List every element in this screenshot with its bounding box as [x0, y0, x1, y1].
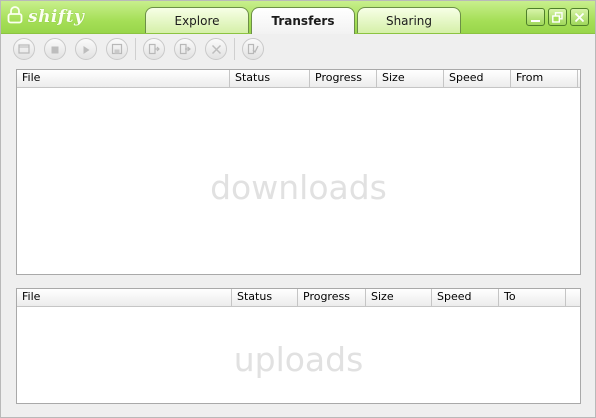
column-header-to[interactable]: To	[499, 289, 566, 306]
move-in-button[interactable]	[174, 38, 196, 60]
restore-icon	[552, 8, 563, 27]
column-header-file[interactable]: File	[17, 289, 232, 306]
column-header-file[interactable]: File	[17, 70, 230, 87]
column-header-status[interactable]: Status	[230, 70, 310, 87]
logo-text: shifty	[28, 7, 85, 27]
toolbar-separator	[234, 38, 235, 60]
tab-explore[interactable]: Explore	[145, 7, 249, 33]
save-icon	[111, 40, 123, 59]
column-header-from[interactable]: From	[511, 70, 578, 87]
column-header-status[interactable]: Status	[232, 289, 298, 306]
cancel-button[interactable]	[205, 38, 227, 60]
column-header-progress[interactable]: Progress	[310, 70, 377, 87]
tab-label: Explore	[174, 13, 220, 28]
play-button[interactable]	[75, 38, 97, 60]
clear-done-icon	[247, 40, 259, 59]
transfer-toolbar	[13, 36, 273, 62]
stop-icon	[50, 40, 60, 59]
uploads-watermark: uploads	[233, 340, 364, 379]
open-folder-button[interactable]	[13, 38, 35, 60]
column-header-speed[interactable]: Speed	[444, 70, 511, 87]
app-logo: shifty	[7, 5, 84, 29]
top-bar: shifty Explore Transfers Sharing	[1, 1, 595, 34]
cancel-icon	[211, 40, 222, 59]
move-out-button[interactable]	[143, 38, 165, 60]
play-icon	[81, 40, 91, 59]
tab-transfers[interactable]: Transfers	[251, 7, 355, 34]
close-button[interactable]	[570, 8, 589, 26]
clear-done-button[interactable]	[242, 38, 264, 60]
column-header-size[interactable]: Size	[366, 289, 432, 306]
downloads-panel: File Status Progress Size Speed From dow…	[16, 69, 581, 275]
window-controls	[526, 8, 589, 26]
downloads-watermark: downloads	[210, 168, 387, 207]
restore-button[interactable]	[548, 8, 567, 26]
move-in-icon	[179, 40, 191, 59]
column-header-progress[interactable]: Progress	[298, 289, 366, 306]
tab-sharing[interactable]: Sharing	[357, 7, 461, 33]
move-out-icon	[148, 40, 160, 59]
app-window: shifty Explore Transfers Sharing File St…	[0, 0, 596, 418]
close-icon	[574, 8, 585, 27]
column-header-speed[interactable]: Speed	[432, 289, 499, 306]
minimize-icon	[530, 8, 541, 27]
open-folder-icon	[18, 40, 30, 59]
tab-label: Transfers	[271, 14, 335, 28]
downloads-table-header: File Status Progress Size Speed From	[17, 70, 580, 88]
stop-button[interactable]	[44, 38, 66, 60]
toolbar-separator	[135, 38, 136, 60]
minimize-button[interactable]	[526, 8, 545, 26]
lock-icon	[7, 6, 23, 28]
uploads-table-header: File Status Progress Size Speed To	[17, 289, 580, 307]
column-header-size[interactable]: Size	[377, 70, 444, 87]
uploads-panel: File Status Progress Size Speed To uploa…	[16, 288, 581, 404]
tab-label: Sharing	[385, 13, 433, 28]
save-button[interactable]	[106, 38, 128, 60]
